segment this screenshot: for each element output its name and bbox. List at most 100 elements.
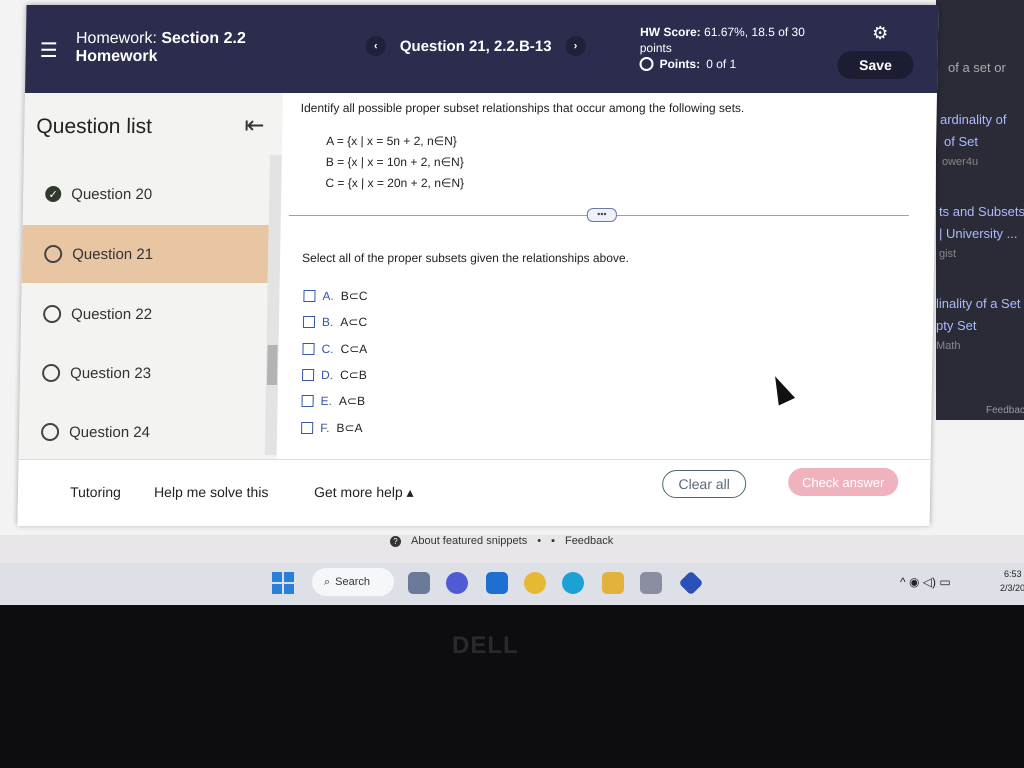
chrome-app-icon[interactable] [524,572,546,594]
option-letter: E. [320,394,333,409]
points-value: 0 of 1 [706,57,737,71]
points-circle-icon [639,57,654,71]
bg-text: gist [939,248,957,260]
bg-feedback[interactable]: Feedbac [986,405,1024,416]
option-letter: D. [320,368,334,383]
help-icon: ? [390,535,401,547]
question-item-label: Question 22 [70,305,153,323]
save-button[interactable]: Save [837,51,914,79]
option-d[interactable]: D. C⊂B [301,362,367,388]
get-more-help-link[interactable]: Get more help ▴ [314,484,414,501]
bg-text: Math [936,340,961,352]
clock[interactable]: 6:53 P 2/3/202 [990,567,1024,595]
top-bar: ☰ Homework: Section 2.2 Homework ‹ Quest… [25,5,939,93]
prev-question-button[interactable]: ‹ [365,36,386,56]
question-item-label: Question 20 [71,185,153,203]
option-c[interactable]: C. C⊂A [302,336,367,362]
bg-link[interactable]: of Set [944,134,978,149]
bg-link[interactable]: pty Set [936,318,976,333]
file-explorer-icon[interactable] [602,572,624,594]
question-list-sidebar: Question list ⇤ ✓ Question 20 Question 2… [18,93,284,459]
scrollbar-thumb[interactable] [266,345,278,385]
expand-dots-button[interactable]: ••• [586,208,617,222]
clock-date: 2/3/202 [999,583,1024,593]
option-text: B⊂C [340,289,368,304]
title-prefix: Homework: [75,30,158,47]
score-value: 61.67%, 18.5 of 30 [703,25,805,39]
separator-dot: • [537,535,542,547]
set-c: C = {x | x = 20n + 2, n∈N} [325,176,465,190]
check-answer-button[interactable]: Check answer [787,468,899,496]
chat-app-icon[interactable] [446,572,468,594]
checkbox[interactable] [301,395,314,408]
empty-circle-icon [40,423,60,441]
option-b[interactable]: B. A⊂C [302,309,368,335]
bg-link[interactable]: ardinality of [940,112,1006,127]
system-tray-icons[interactable]: ^ ◉ ◁) ▭ [900,575,951,589]
score-label: HW Score: [639,25,701,39]
taskbar-search[interactable]: ⌕ Search [312,568,394,596]
checkbox[interactable] [302,342,315,355]
checkbox[interactable] [301,421,314,434]
option-text: C⊂B [339,368,367,383]
app-icon[interactable] [678,570,704,596]
feedback-icon: ▪ [551,535,555,547]
bg-link[interactable]: ts and Subsets [939,204,1024,219]
question-item-21[interactable]: Question 21 [21,225,269,283]
option-f[interactable]: F. B⊂A [301,414,366,440]
collapse-sidebar-icon[interactable]: ⇤ [244,111,265,140]
clear-all-button[interactable]: Clear all [661,470,747,498]
option-text: C⊂A [340,341,368,356]
points-row: Points: 0 of 1 [639,56,804,72]
question-item-24[interactable]: Question 24 [19,403,266,459]
question-item-22[interactable]: Question 22 [21,285,268,343]
taskbar: ⌕ Search ^ ◉ ◁) ▭ 6:53 P 2/3/202 [0,563,1024,605]
background-search-results: of a set or ardinality of of Set ower4u … [936,0,1024,420]
homework-title: Homework: Section 2.2 Homework [75,30,245,66]
bg-text: ower4u [942,156,979,168]
option-e[interactable]: E. A⊂B [301,388,366,414]
answer-prompt: Select all of the proper subsets given t… [302,251,630,265]
windows-start-icon[interactable] [272,572,294,594]
about-snippets-link[interactable]: About featured snippets [411,535,527,547]
checkbox[interactable] [303,290,316,303]
mail-app-icon[interactable] [486,572,508,594]
bg-link[interactable]: | University ... [939,226,1018,241]
screen: of a set or ardinality of of Set ower4u … [0,0,1024,605]
question-item-23[interactable]: Question 23 [20,344,267,402]
footer-bar: Tutoring Help me solve this Get more hel… [17,459,931,526]
option-text: B⊂A [336,420,363,435]
option-letter: B. [321,315,334,330]
tutoring-link[interactable]: Tutoring [70,484,121,500]
question-item-20[interactable]: ✓ Question 20 [23,165,270,223]
check-circle-icon: ✓ [45,186,62,202]
search-icon: ⌕ [324,575,331,588]
checkbox[interactable] [301,369,315,382]
set-b: B = {x | x = 10n + 2, n∈N} [325,155,464,169]
title-line2: Homework [75,48,158,65]
bg-link[interactable]: linality of a Set [936,296,1021,311]
dell-logo: DELL [452,632,519,659]
help-me-solve-link[interactable]: Help me solve this [154,484,269,500]
store-app-icon[interactable] [640,572,662,594]
option-letter: A. [322,289,334,304]
gear-icon[interactable]: ⚙ [872,23,888,44]
feedback-link[interactable]: Feedback [565,535,613,547]
set-a: A = {x | x = 5n + 2, n∈N} [326,134,457,148]
option-a[interactable]: A. B⊂C [303,283,368,309]
question-item-label: Question 21 [72,245,154,263]
search-label: Search [335,576,371,588]
empty-circle-icon [42,305,62,323]
empty-circle-icon [41,364,61,382]
answer-options: A. B⊂C B. A⊂C C. C⊂A D. C⊂B E. A⊂B F. B⊂A [301,283,368,441]
option-text: A⊂C [340,315,368,330]
title-section: Section 2.2 [161,30,246,47]
next-question-button[interactable]: › [565,36,586,56]
hamburger-menu-icon[interactable]: ☰ [40,38,58,63]
edge-app-icon[interactable] [562,572,584,594]
question-list-heading: Question list [36,115,153,138]
checkbox[interactable] [302,316,316,329]
score-unit: points [639,41,672,55]
search-footer-links: ? About featured snippets • ▪ Feedback [390,535,613,547]
widgets-app-icon[interactable] [408,572,430,594]
